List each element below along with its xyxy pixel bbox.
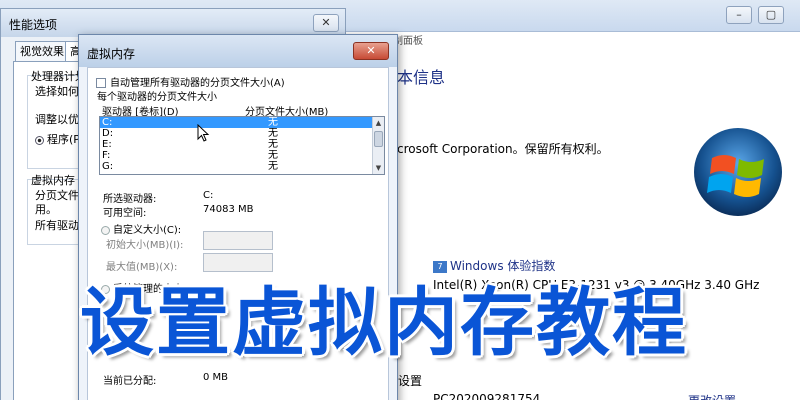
section-title: 本信息 <box>397 68 446 87</box>
drive-row[interactable]: E: 无 <box>100 139 384 150</box>
scroll-up-arrow-icon[interactable]: ▲ <box>373 117 384 129</box>
free-space-value: 74083 MB <box>203 204 254 215</box>
current-alloc-label: 当前已分配: <box>103 376 157 387</box>
minimize-button[interactable]: – <box>726 6 752 24</box>
drive-row[interactable]: D: 无 <box>100 128 384 139</box>
radio-unselected-icon <box>101 225 110 235</box>
programs-radio[interactable]: 程序(P) <box>35 131 84 147</box>
vm-desc-line3: 所有驱动 <box>35 219 79 232</box>
max-size-label: 最大值(MB)(X): <box>106 262 178 273</box>
drive-row[interactable]: C: 无 <box>100 117 384 128</box>
computer-name: PC202009281754 <box>433 392 541 400</box>
drive-row[interactable]: F: 无 <box>100 150 384 161</box>
custom-size-label: 自定义大小(C): <box>113 225 182 236</box>
copyright-text: crosoft Corporation。保留所有权利。 <box>397 142 609 156</box>
drive-list[interactable]: C: 无 D: 无 E: 无 F: 无 G: 无 ▲ ▼ <box>99 116 385 175</box>
per-drive-heading: 每个驱动器的分页文件大小 <box>97 92 217 103</box>
drive-list-scrollbar[interactable]: ▲ ▼ <box>372 117 384 174</box>
free-space-label: 可用空间: <box>103 208 147 219</box>
custom-size-radio[interactable]: 自定义大小(C): <box>101 221 181 236</box>
experience-index-icon: 7 <box>433 260 447 273</box>
vm-close-button[interactable]: ✕ <box>353 42 389 60</box>
windows-experience-link[interactable]: 7 Windows 体验指数 <box>433 257 555 274</box>
scroll-down-arrow-icon[interactable]: ▼ <box>373 162 384 174</box>
selected-drive-label: 所选驱动器: <box>103 194 157 205</box>
maximize-button[interactable]: ▢ <box>758 6 784 24</box>
checkbox-unchecked-icon <box>96 78 106 88</box>
radio-selected-icon <box>35 135 44 145</box>
windows-logo-icon <box>694 128 782 216</box>
initial-size-label: 初始大小(MB)(I): <box>106 240 184 251</box>
scroll-thumb[interactable] <box>374 131 383 147</box>
windows-experience-label[interactable]: Windows 体验指数 <box>450 259 555 273</box>
change-settings-link[interactable]: 更改设置 <box>688 392 736 400</box>
drive-row[interactable]: G: 无 <box>100 161 384 172</box>
overlay-tutorial-title: 设置虚拟内存教程 <box>80 280 688 366</box>
current-alloc-value: 0 MB <box>203 372 229 383</box>
tab-visual-effects[interactable]: 视觉效果 <box>15 41 69 61</box>
auto-manage-checkbox[interactable]: 自动管理所有驱动器的分页文件大小(A) <box>96 74 285 89</box>
vm-dialog-title: 虚拟内存 <box>87 47 136 61</box>
virtual-memory-heading: 虚拟内存 <box>31 174 75 187</box>
initial-size-input[interactable] <box>203 231 273 250</box>
perf-titlebar: 性能选项 ✕ <box>1 9 345 37</box>
max-size-input[interactable] <box>203 253 273 272</box>
perf-close-button[interactable]: ✕ <box>313 14 339 32</box>
mouse-cursor-icon <box>197 124 210 142</box>
perf-window-title: 性能选项 <box>9 18 58 32</box>
selected-drive-value: C: <box>203 190 214 201</box>
adjust-for-label: 调整以优 <box>35 113 79 126</box>
vm-titlebar: 虚拟内存 ✕ <box>79 35 397 67</box>
processor-scheduling-desc: 选择如何 <box>35 85 79 98</box>
vm-desc-line2: 用。 <box>35 203 57 216</box>
settings-heading-partial: 设置 <box>398 374 423 388</box>
